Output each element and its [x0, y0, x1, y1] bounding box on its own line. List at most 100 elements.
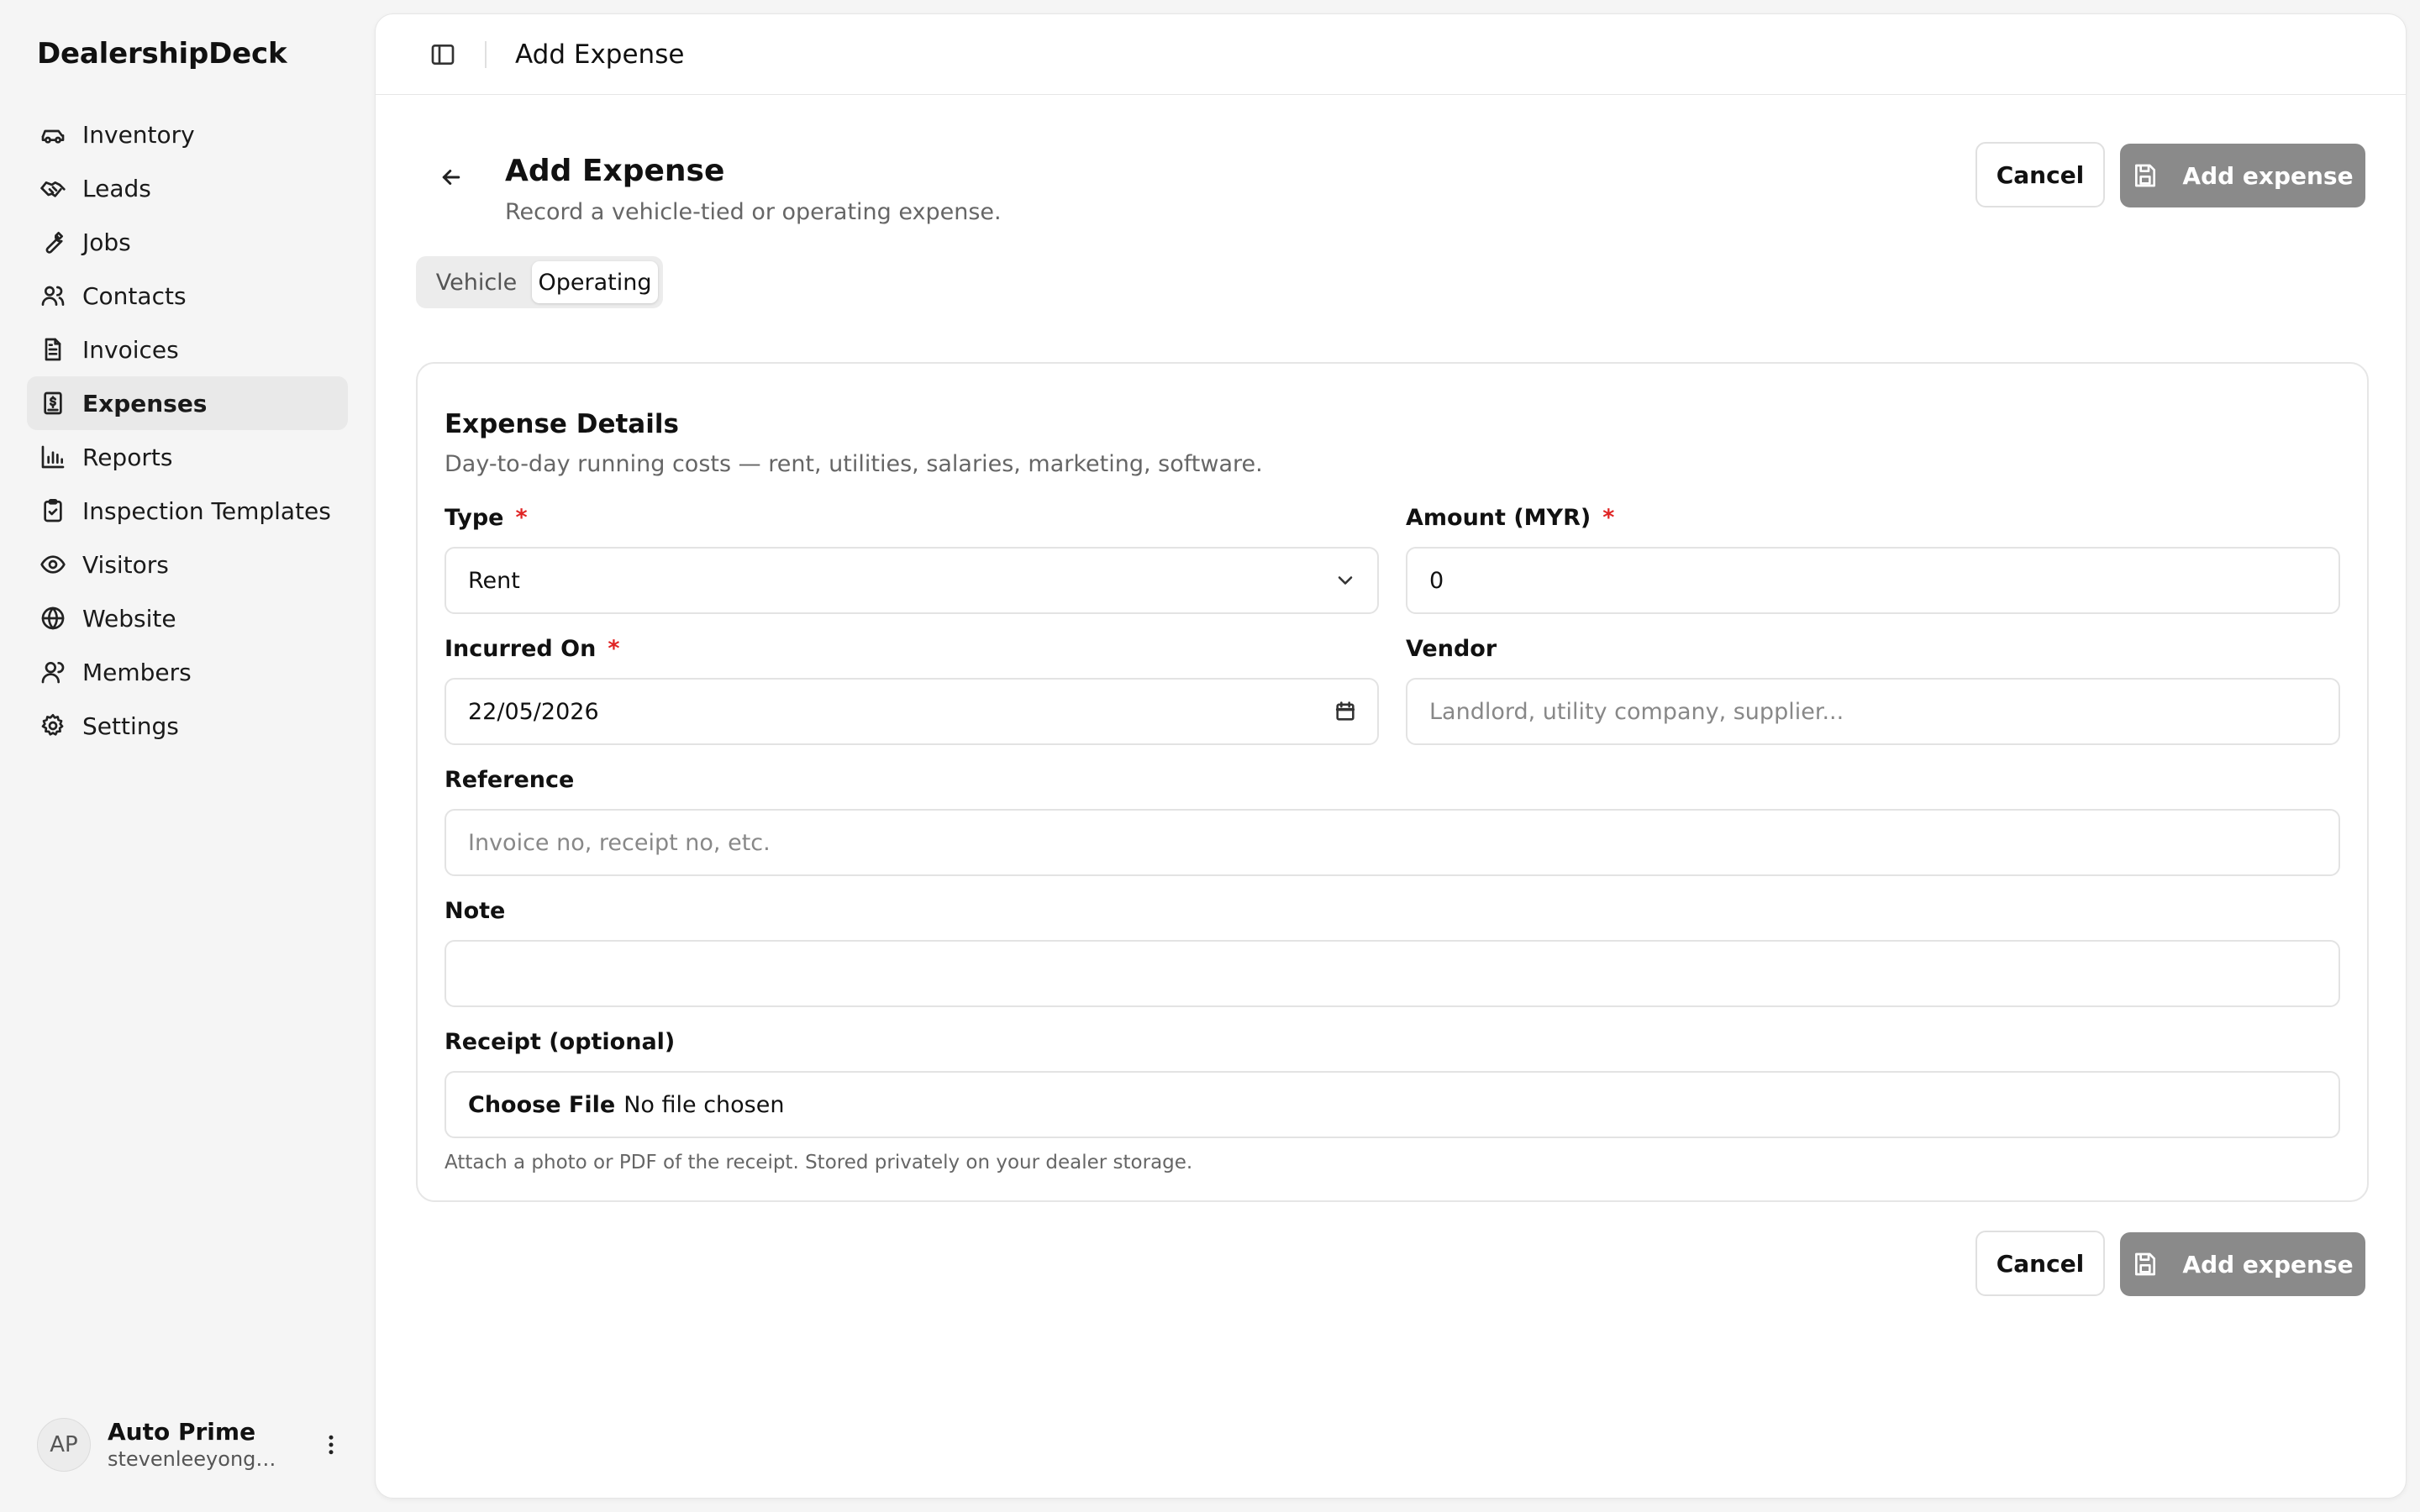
- sidebar-item-label: Settings: [82, 711, 179, 740]
- save-icon: [2135, 1252, 2156, 1276]
- cancel-button[interactable]: Cancel: [1975, 142, 2105, 207]
- chevron-down-icon: [1334, 569, 1357, 592]
- page-title: Add Expense: [505, 154, 725, 188]
- amount-label-text: Amount (MYR): [1406, 505, 1591, 531]
- cancel-button-bottom[interactable]: Cancel: [1975, 1231, 2105, 1296]
- note-label: Note: [445, 898, 505, 924]
- vendor-label: Vendor: [1406, 636, 1497, 662]
- user-info: Auto Prime stevenleeyongwa...: [108, 1418, 292, 1472]
- save-icon: [2135, 164, 2156, 187]
- tab-vehicle[interactable]: Vehicle: [421, 261, 532, 303]
- add-expense-button-bottom[interactable]: Add expense: [2120, 1232, 2365, 1296]
- sidebar-item-reports[interactable]: Reports: [27, 430, 348, 484]
- sidebar-item-label: Members: [82, 658, 192, 686]
- expense-type-tabs: Vehicle Operating: [416, 256, 663, 308]
- amount-label: Amount (MYR) *: [1406, 505, 1614, 531]
- sidebar-item-leads[interactable]: Leads: [27, 161, 348, 215]
- card-description: Day-to-day running costs — rent, utiliti…: [445, 451, 1263, 477]
- amount-input[interactable]: 0: [1406, 547, 2340, 614]
- app-window: DealershipDeck Inventory Leads Jobs Cont…: [0, 0, 2420, 1512]
- note-input[interactable]: [445, 940, 2340, 1007]
- back-arrow-icon[interactable]: [431, 157, 471, 197]
- sidebar-item-visitors[interactable]: Visitors: [27, 538, 348, 591]
- card-title: Expense Details: [445, 409, 679, 439]
- sidebar-item-label: Visitors: [82, 550, 169, 579]
- globe-icon: [39, 604, 67, 633]
- sidebar-item-inventory[interactable]: Inventory: [27, 108, 348, 161]
- receipt-icon: [39, 389, 67, 417]
- file-status: No file chosen: [623, 1091, 785, 1118]
- type-select[interactable]: Rent: [445, 547, 1379, 614]
- sidebar-item-label: Inventory: [82, 120, 195, 149]
- incurred-on-label: Incurred On *: [445, 636, 619, 662]
- expense-details-card: Expense Details Day-to-day running costs…: [416, 362, 2369, 1202]
- topbar-divider: [485, 40, 487, 68]
- bar-chart-icon: [39, 443, 67, 471]
- add-expense-button[interactable]: Add expense: [2120, 144, 2365, 207]
- eye-icon: [39, 550, 67, 579]
- sidebar-item-expenses[interactable]: Expenses: [27, 376, 348, 430]
- sidebar-item-label: Contacts: [82, 281, 187, 310]
- file-text-icon: [39, 335, 67, 364]
- user-profile[interactable]: AP Auto Prime stevenleeyongwa...: [37, 1418, 348, 1472]
- sidebar-item-label: Invoices: [82, 335, 179, 364]
- type-label: Type *: [445, 505, 528, 531]
- brand-logo: DealershipDeck: [37, 37, 287, 71]
- sidebar-item-jobs[interactable]: Jobs: [27, 215, 348, 269]
- incurred-on-value: 22/05/2026: [468, 698, 599, 725]
- tab-operating[interactable]: Operating: [532, 261, 658, 303]
- breadcrumb: Add Expense: [515, 39, 685, 70]
- main-panel: Add Expense Add Expense Record a vehicle…: [375, 13, 2407, 1499]
- receipt-label: Receipt (optional): [445, 1029, 675, 1055]
- sidebar-item-label: Expenses: [82, 389, 208, 417]
- receipt-label-text: Receipt (optional): [445, 1029, 676, 1055]
- sidebar-item-label: Website: [82, 604, 176, 633]
- gear-icon: [39, 711, 67, 740]
- amount-input-value: 0: [1429, 567, 1444, 594]
- sidebar-item-website[interactable]: Website: [27, 591, 348, 645]
- sidebar-item-members[interactable]: Members: [27, 645, 348, 699]
- incurred-on-date-input[interactable]: 22/05/2026: [445, 678, 1379, 745]
- incurred-on-label-text: Incurred On: [445, 636, 597, 662]
- page-subtitle: Record a vehicle-tied or operating expen…: [505, 199, 1002, 225]
- choose-file-button[interactable]: Choose File: [468, 1092, 615, 1118]
- required-marker: *: [1602, 505, 1615, 531]
- vendor-placeholder: Landlord, utility company, supplier...: [1429, 698, 1844, 725]
- wrench-icon: [39, 228, 67, 256]
- sidebar-item-label: Leads: [82, 174, 151, 202]
- vendor-input[interactable]: Landlord, utility company, supplier...: [1406, 678, 2340, 745]
- sidebar-item-settings[interactable]: Settings: [27, 699, 348, 753]
- sidebar: DealershipDeck Inventory Leads Jobs Cont…: [0, 0, 375, 1512]
- note-label-text: Note: [445, 898, 506, 924]
- topbar: Add Expense: [376, 14, 2406, 95]
- vendor-label-text: Vendor: [1406, 636, 1497, 662]
- car-icon: [39, 120, 67, 149]
- add-expense-label: Add expense: [2182, 161, 2354, 190]
- calendar-icon[interactable]: [1334, 700, 1357, 723]
- user-email: stevenleeyongwa...: [108, 1447, 292, 1471]
- sidebar-item-label: Reports: [82, 443, 173, 471]
- receipt-hint: Attach a photo or PDF of the receipt. St…: [445, 1152, 1193, 1173]
- sidebar-nav: Inventory Leads Jobs Contacts Invoices E…: [27, 108, 348, 753]
- user-name: Auto Prime: [108, 1418, 256, 1446]
- add-expense-label: Add expense: [2182, 1250, 2354, 1278]
- handshake-icon: [39, 174, 67, 202]
- sidebar-item-inspection-templates[interactable]: Inspection Templates: [27, 484, 348, 538]
- receipt-file-input[interactable]: Choose File No file chosen: [445, 1071, 2340, 1138]
- required-marker: *: [608, 636, 620, 662]
- required-marker: *: [515, 505, 528, 531]
- sidebar-toggle-icon[interactable]: [426, 38, 460, 71]
- type-label-text: Type: [445, 505, 504, 531]
- sidebar-item-contacts[interactable]: Contacts: [27, 269, 348, 323]
- sidebar-item-invoices[interactable]: Invoices: [27, 323, 348, 376]
- users-icon: [39, 281, 67, 310]
- reference-label: Reference: [445, 767, 574, 793]
- clipboard-check-icon: [39, 496, 67, 525]
- user-icon: [39, 658, 67, 686]
- reference-label-text: Reference: [445, 767, 575, 793]
- more-vertical-icon[interactable]: [314, 1428, 348, 1462]
- sidebar-item-label: Jobs: [82, 228, 131, 256]
- avatar: AP: [37, 1418, 91, 1472]
- reference-input[interactable]: Invoice no, receipt no, etc.: [445, 809, 2340, 876]
- type-select-value: Rent: [468, 567, 520, 594]
